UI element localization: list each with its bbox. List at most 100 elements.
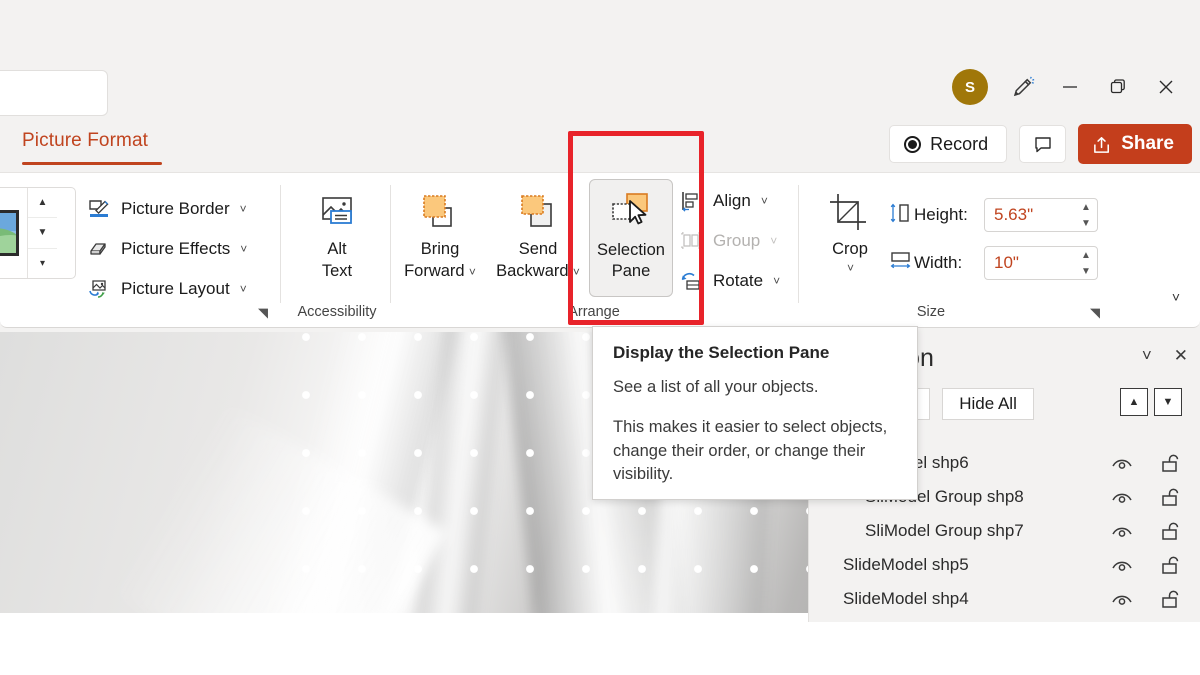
visibility-toggle[interactable] <box>1110 487 1134 507</box>
gallery-scroll-down-icon[interactable]: ▼ <box>28 218 57 249</box>
move-down-button[interactable]: ▼ <box>1154 388 1182 416</box>
picture-layout-command[interactable]: Picture Layout ˅ <box>86 277 247 301</box>
chevron-down-icon[interactable]: ˅ <box>240 242 247 256</box>
selection-pane-tooltip: Display the Selection Pane See a list of… <box>592 326 918 500</box>
share-icon <box>1094 136 1110 153</box>
picture-border-icon <box>86 197 112 221</box>
visibility-toggle[interactable] <box>1110 453 1134 473</box>
selection-pane-item-controls <box>1110 554 1182 576</box>
comment-icon <box>1034 137 1051 153</box>
lock-toggle[interactable] <box>1160 486 1182 508</box>
minimize-button[interactable] <box>1046 64 1094 110</box>
tooltip-line-2: This makes it easier to select objects, … <box>613 418 888 484</box>
pen-icon[interactable] <box>1000 64 1046 110</box>
accessibility-group-label: Accessibility <box>297 304 377 320</box>
tooltip-line-1: See a list of all your objects. <box>613 378 819 396</box>
spinner-up-icon: ▲ <box>1081 201 1091 213</box>
size-dialog-launcher[interactable]: ◥ <box>1090 305 1100 321</box>
picture-effects-command[interactable]: Picture Effects ˅ <box>86 237 247 261</box>
chevron-down-icon[interactable]: ˅ <box>761 194 768 208</box>
picture-style-thumbnail[interactable] <box>0 188 27 278</box>
record-button[interactable]: Record <box>889 125 1008 163</box>
width-value: 10" <box>994 253 1019 272</box>
lock-toggle[interactable] <box>1160 520 1182 542</box>
close-button[interactable] <box>1142 64 1190 110</box>
gallery-more-icon[interactable]: ▾ <box>28 249 57 278</box>
chevron-down-icon[interactable]: ˅ <box>847 261 854 277</box>
picture-styles-gallery[interactable]: ▲ ▼ ▾ <box>0 187 76 279</box>
tooltip-body: See a list of all your objects. This mak… <box>613 376 899 487</box>
alt-text-label-line1: Alt <box>327 240 347 258</box>
lock-toggle[interactable] <box>1160 452 1182 474</box>
selection-pane-label-line2: Pane <box>611 262 651 281</box>
selection-pane-icon <box>605 188 657 234</box>
avatar[interactable]: S <box>952 69 988 105</box>
height-spinner[interactable]: ▲ ▼ <box>1075 199 1097 231</box>
pane-collapse-icon[interactable]: ˅ <box>1142 346 1152 366</box>
unlock-icon <box>1162 556 1179 574</box>
alt-text-button[interactable]: Alt Text <box>296 189 378 283</box>
chevron-down-icon[interactable]: ˅ <box>570 265 580 279</box>
width-icon <box>888 249 914 273</box>
crop-label: Crop <box>832 240 868 258</box>
pane-close-icon[interactable]: ✕ <box>1174 346 1188 366</box>
chevron-down-icon: ˅ <box>770 234 778 248</box>
picture-thumbnail-image <box>0 210 19 256</box>
chevron-down-icon[interactable]: ˅ <box>773 274 780 288</box>
alt-text-label-line2: Text <box>321 261 353 280</box>
restore-button[interactable] <box>1094 64 1142 110</box>
window-controls: S <box>952 64 1200 110</box>
lock-toggle[interactable] <box>1160 554 1182 576</box>
unlock-icon <box>1162 590 1179 608</box>
record-icon <box>904 135 922 153</box>
quick-access-pill[interactable] <box>0 70 108 116</box>
group-command: Group ˅ <box>678 229 777 253</box>
gallery-scroll-buttons: ▲ ▼ ▾ <box>27 188 57 278</box>
chevron-down-icon[interactable]: ˅ <box>240 282 247 296</box>
align-command[interactable]: Align ˅ <box>678 189 768 213</box>
selection-pane-item-controls <box>1110 486 1182 508</box>
rotate-command[interactable]: Rotate ˅ <box>678 269 780 293</box>
comments-button[interactable] <box>1019 125 1067 163</box>
picture-border-label: Picture Border <box>121 199 230 218</box>
unlock-icon <box>1162 454 1179 472</box>
ribbon-collapse-icon[interactable]: ˅ <box>1172 289 1180 305</box>
tab-picture-format[interactable]: Picture Format <box>22 130 148 152</box>
picture-border-command[interactable]: Picture Border ˅ <box>86 197 247 221</box>
selection-pane-item[interactable]: SliModel Group shp7 <box>809 514 1200 548</box>
selection-pane-item-label: SlideModel shp4 <box>843 589 969 608</box>
bring-forward-button[interactable]: Bring Forward ˅ <box>398 189 482 283</box>
width-spinner[interactable]: ▲ ▼ <box>1075 247 1097 279</box>
chevron-down-icon[interactable]: ˅ <box>466 265 476 279</box>
visibility-toggle[interactable] <box>1110 521 1134 541</box>
hide-all-button[interactable]: Hide All <box>942 388 1034 420</box>
height-icon <box>888 201 914 225</box>
send-backward-button[interactable]: Send Backward ˅ <box>492 189 584 283</box>
move-up-button[interactable]: ▲ <box>1120 388 1148 416</box>
visibility-toggle[interactable] <box>1110 555 1134 575</box>
selection-pane-item-controls <box>1110 520 1182 542</box>
share-button[interactable]: Share <box>1078 124 1192 164</box>
height-label: Height: <box>914 205 968 224</box>
ribbon-tab-strip: Picture Format Record Share <box>0 118 1200 172</box>
crop-button[interactable]: Crop ˅ <box>812 189 888 277</box>
selection-pane-item-label: SliModel Group shp7 <box>865 521 1024 540</box>
height-input[interactable]: 5.63" ▲ ▼ <box>984 198 1098 232</box>
align-icon <box>678 189 704 213</box>
picture-layout-icon <box>86 277 112 301</box>
selection-pane-item-controls <box>1110 452 1182 474</box>
width-input[interactable]: 10" ▲ ▼ <box>984 246 1098 280</box>
arrange-group-label: Arrange <box>568 304 620 320</box>
height-value: 5.63" <box>994 205 1034 224</box>
picture-effects-label: Picture Effects <box>121 239 231 258</box>
ribbon-actions: Record Share <box>889 124 1192 164</box>
accessibility-dialog-launcher[interactable]: ◥ <box>258 305 268 321</box>
lock-toggle[interactable] <box>1160 588 1182 610</box>
selection-pane-item[interactable]: SlideModel shp4 <box>809 582 1200 616</box>
ribbon: ▲ ▼ ▾ Picture Border ˅ Picture Effects ˅… <box>0 172 1200 328</box>
chevron-down-icon[interactable]: ˅ <box>240 202 247 216</box>
gallery-scroll-up-icon[interactable]: ▲ <box>28 188 57 219</box>
selection-pane-item[interactable]: SlideModel shp5 <box>809 548 1200 582</box>
visibility-toggle[interactable] <box>1110 589 1134 609</box>
selection-pane-button[interactable]: Selection Pane <box>589 179 673 297</box>
